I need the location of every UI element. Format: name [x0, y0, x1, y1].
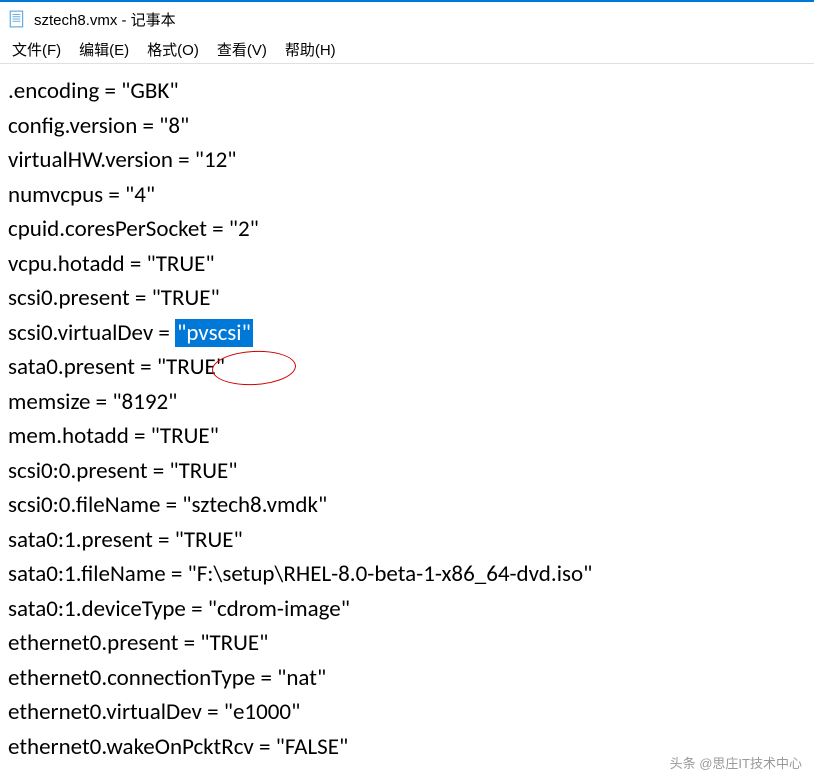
text-line: mem.hotadd = "TRUE"	[8, 419, 806, 454]
menu-format[interactable]: 格式(O)	[147, 39, 199, 60]
text-line: scsi0.virtualDev = "pvscsi"	[8, 316, 806, 351]
text-line: ethernet0.virtualDev = "e1000"	[8, 695, 806, 730]
notepad-icon	[8, 10, 26, 28]
text-line: sata0:1.deviceType = "cdrom-image"	[8, 592, 806, 627]
menu-view[interactable]: 查看(V)	[217, 39, 267, 60]
watermark: 头条 @思庄IT技术中心	[670, 753, 802, 772]
text-line: cpuid.coresPerSocket = "2"	[8, 212, 806, 247]
text-line: scsi0:0.present = "TRUE"	[8, 454, 806, 489]
text-line: ethernet0.present = "TRUE"	[8, 626, 806, 661]
text-line: memsize = "8192"	[8, 385, 806, 420]
text-line: sata0:1.present = "TRUE"	[8, 523, 806, 558]
text-line: .encoding = "GBK"	[8, 74, 806, 109]
text-line: vcpu.hotadd = "TRUE"	[8, 247, 806, 282]
selected-text: "pvscsi"	[175, 319, 253, 347]
menu-file[interactable]: 文件(F)	[12, 39, 61, 60]
text-line: sata0:1.fileName = "F:\setup\RHEL-8.0-be…	[8, 557, 806, 592]
text-editor-area[interactable]: .encoding = "GBK" config.version = "8" v…	[0, 64, 814, 774]
text-line: ethernet0.connectionType = "nat"	[8, 661, 806, 696]
text-line: sata0.present = "TRUE"	[8, 350, 806, 385]
window-title: sztech8.vmx - 记事本	[34, 9, 176, 30]
text-line: config.version = "8"	[8, 109, 806, 144]
menu-help[interactable]: 帮助(H)	[285, 39, 336, 60]
text-line: virtualHW.version = "12"	[8, 143, 806, 178]
text-line: scsi0:0.fileName = "sztech8.vmdk"	[8, 488, 806, 523]
text-line: numvcpus = "4"	[8, 178, 806, 213]
menu-bar: 文件(F) 编辑(E) 格式(O) 查看(V) 帮助(H)	[0, 36, 814, 64]
text-line: scsi0.present = "TRUE"	[8, 281, 806, 316]
title-bar: sztech8.vmx - 记事本	[0, 0, 814, 36]
menu-edit[interactable]: 编辑(E)	[79, 39, 129, 60]
